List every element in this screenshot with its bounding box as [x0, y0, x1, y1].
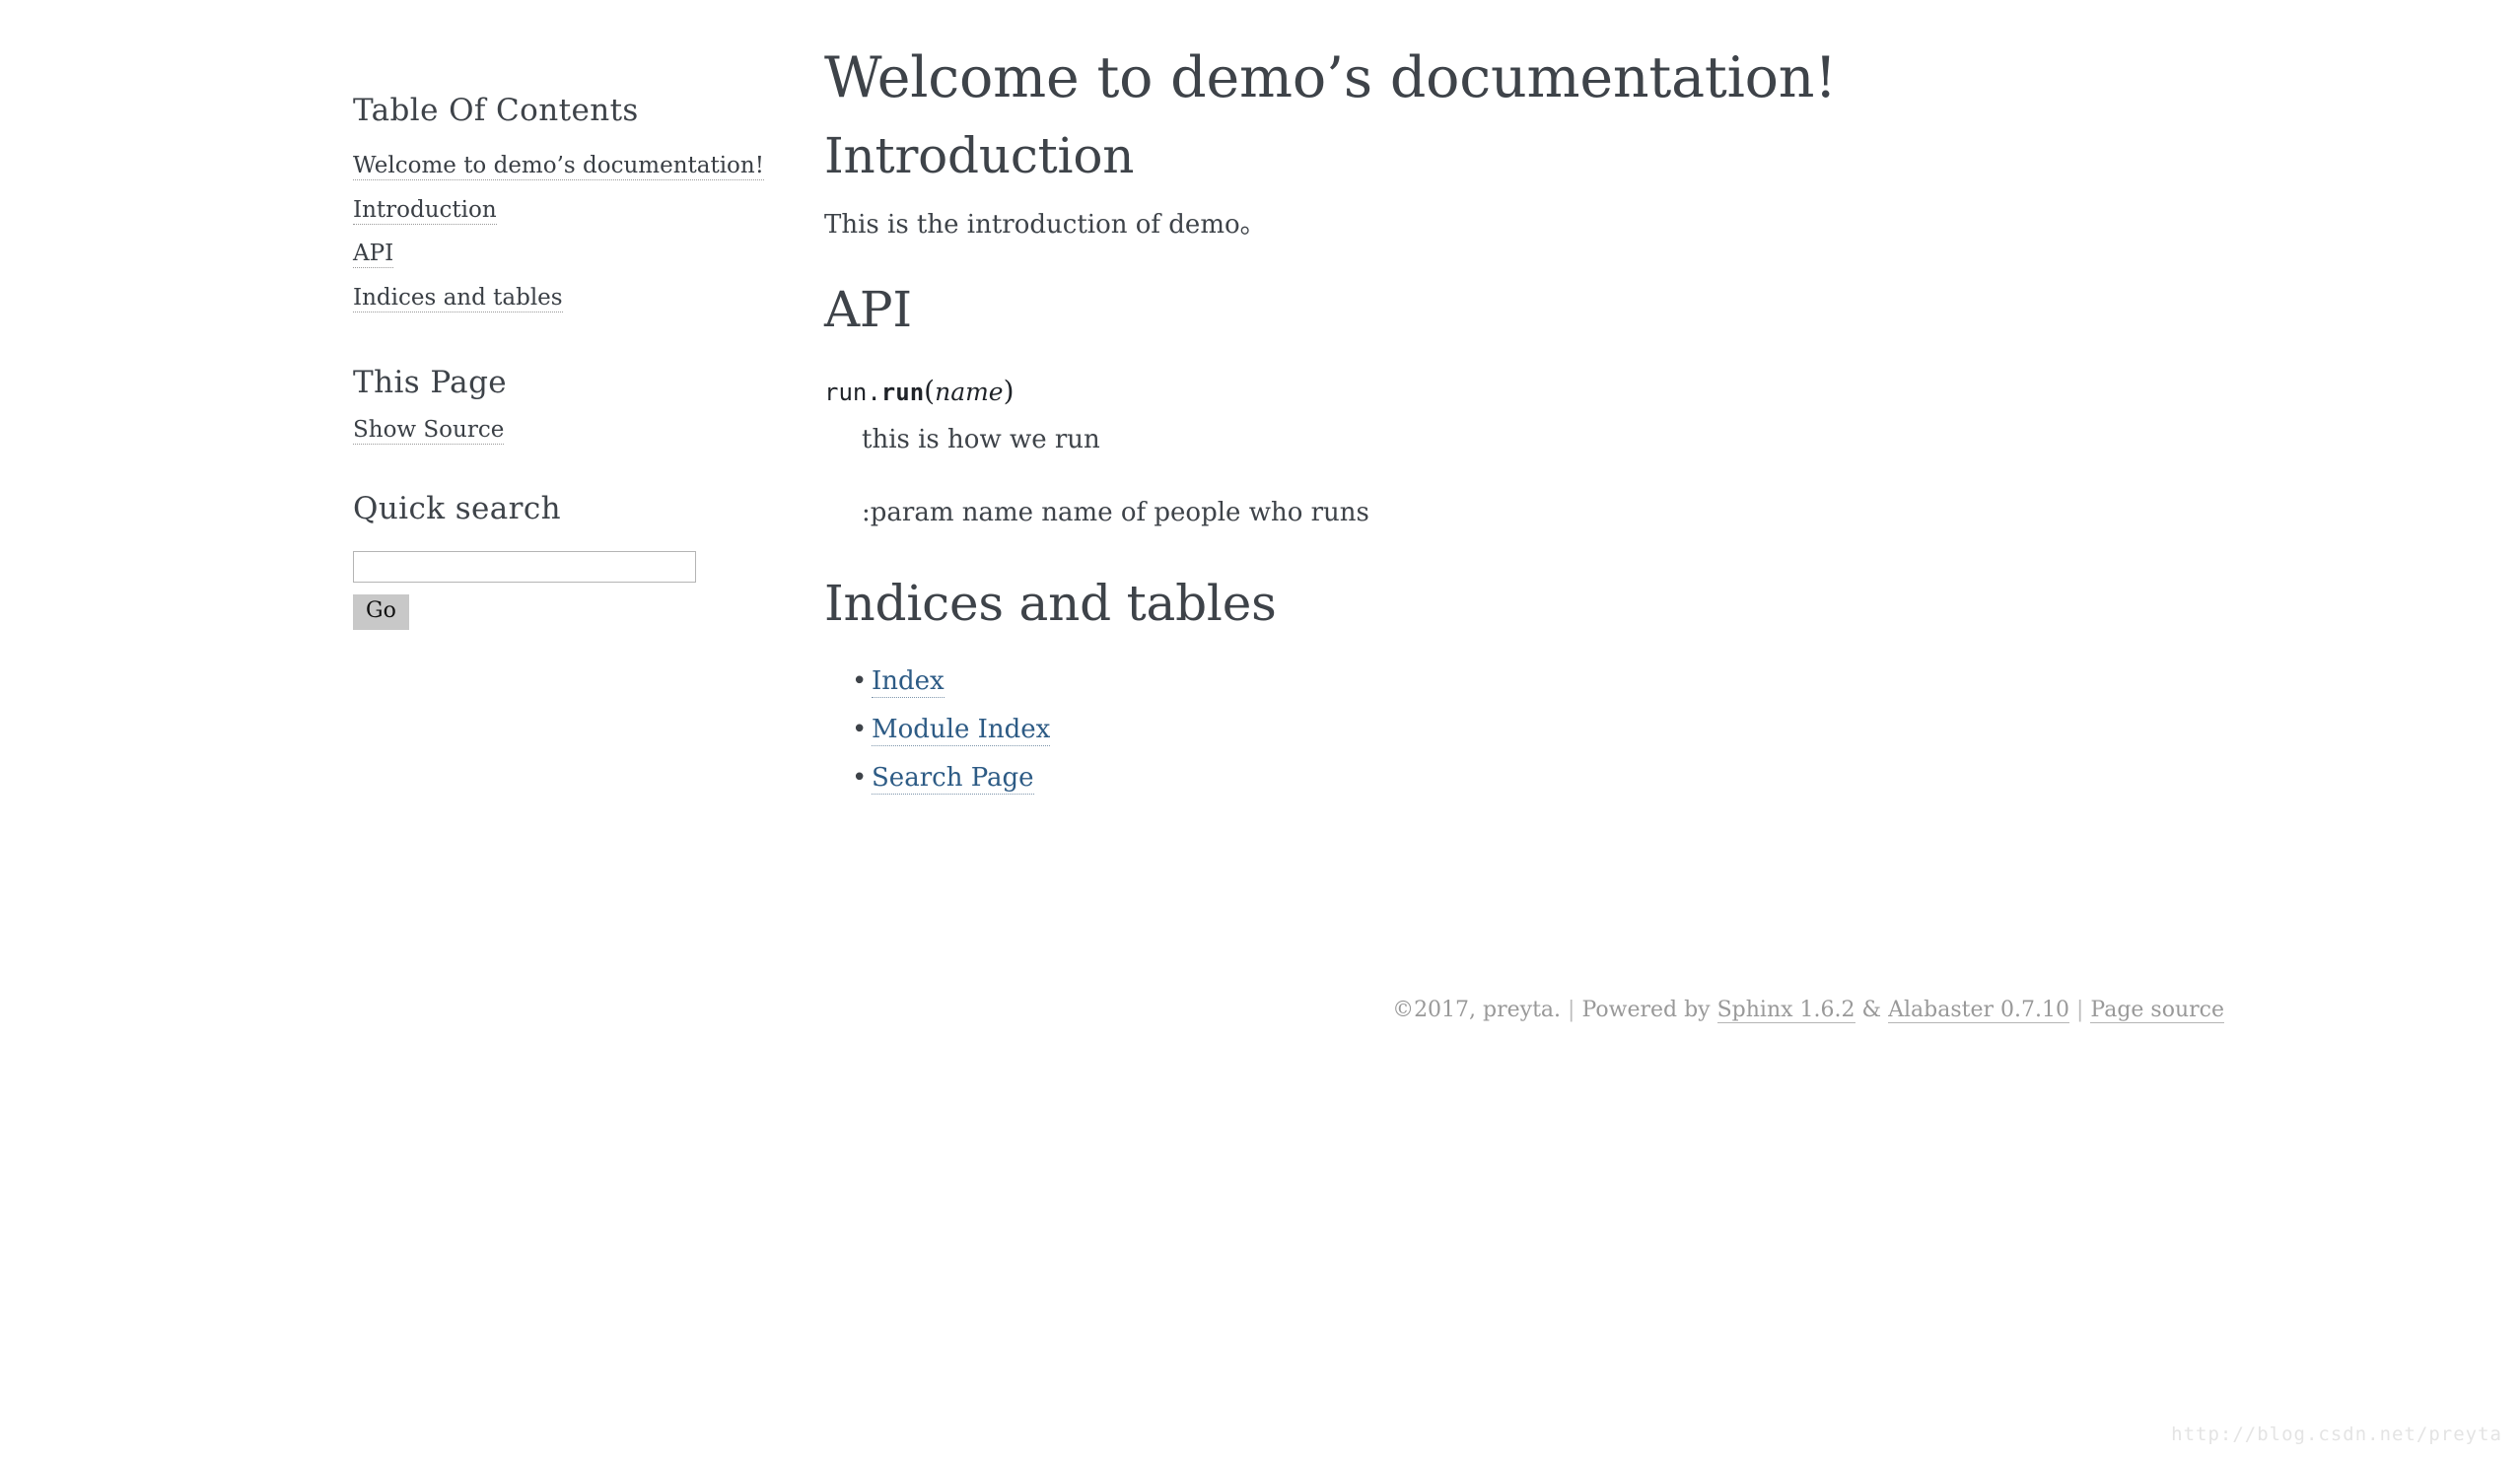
quick-search-heading: Quick search [353, 491, 561, 527]
list-item: Search Page [824, 755, 2224, 803]
list-item: Module Index [824, 707, 2224, 755]
signature-open-paren: ( [924, 374, 936, 407]
toc-item: API [353, 233, 767, 277]
sidebar-link-welcome[interactable]: Welcome to demo’s documentation! [353, 153, 764, 181]
signature-prename: run. [824, 378, 881, 406]
introduction-heading: Introduction [824, 126, 1135, 184]
footer-powered-by: Powered by [1581, 998, 1711, 1022]
function-param-line: :param name name of people who runs [862, 498, 1369, 528]
signature-close-paren: ) [1003, 374, 1015, 407]
footer-separator-1: | [1568, 998, 1575, 1022]
this-page-heading: This Page [353, 365, 508, 401]
document-page: Table Of Contents Welcome to demo’s docu… [0, 0, 2520, 1457]
link-index[interactable]: Index [872, 665, 945, 698]
sidebar-link-introduction[interactable]: Introduction [353, 196, 497, 225]
indices-list: Index Module Index Search Page [824, 659, 2224, 803]
signature-name: run [880, 378, 925, 406]
link-module-index[interactable]: Module Index [872, 714, 1051, 746]
link-search-page[interactable]: Search Page [872, 762, 1034, 795]
list-item: Index [824, 659, 2224, 707]
toc-list: Welcome to demo’s documentation! Introdu… [353, 145, 767, 320]
watermark-text: http://blog.csdn.net/preyta [2171, 1423, 2502, 1445]
signature-param: name [935, 377, 1004, 406]
api-heading: API [824, 281, 912, 339]
footer-link-alabaster[interactable]: Alabaster 0.7.10 [1888, 998, 2069, 1023]
search-input[interactable] [353, 551, 696, 584]
function-description-block: this is how we run :param name name of p… [862, 421, 2224, 532]
sidebar-link-api[interactable]: API [353, 241, 394, 269]
toc-item: Introduction [353, 189, 767, 234]
footer-separator-2: | [2075, 998, 2084, 1022]
footer-link-page-source[interactable]: Page source [2090, 998, 2224, 1023]
introduction-paragraph: This is the introduction of demo。 [824, 210, 1266, 241]
toc-heading: Table Of Contents [353, 93, 639, 128]
function-signature: run.run(name) [824, 375, 2224, 408]
footer-link-sphinx[interactable]: Sphinx 1.6.2 [1716, 998, 1855, 1023]
page-title: Welcome to demo’s documentation! [824, 45, 1837, 110]
toc-item: Welcome to demo’s documentation! [353, 145, 767, 189]
search-box: Go [353, 551, 767, 631]
sidebar: Table Of Contents Welcome to demo’s docu… [353, 93, 767, 631]
show-source-link[interactable]: Show Source [353, 417, 505, 446]
sidebar-link-indices-and-tables[interactable]: Indices and tables [353, 284, 563, 312]
footer: ©2017, preyta. | Powered by Sphinx 1.6.2… [824, 996, 2224, 1026]
footer-ampersand: & [1861, 998, 1882, 1022]
search-go-button[interactable]: Go [353, 594, 409, 631]
indices-heading: Indices and tables [824, 575, 1277, 633]
function-description: this is how we run [862, 425, 1100, 455]
footer-copyright: ©2017, preyta. [1392, 998, 1562, 1022]
toc-item: Indices and tables [353, 277, 767, 321]
main-content: Welcome to demo’s documentation! Introdu… [824, 45, 2224, 803]
